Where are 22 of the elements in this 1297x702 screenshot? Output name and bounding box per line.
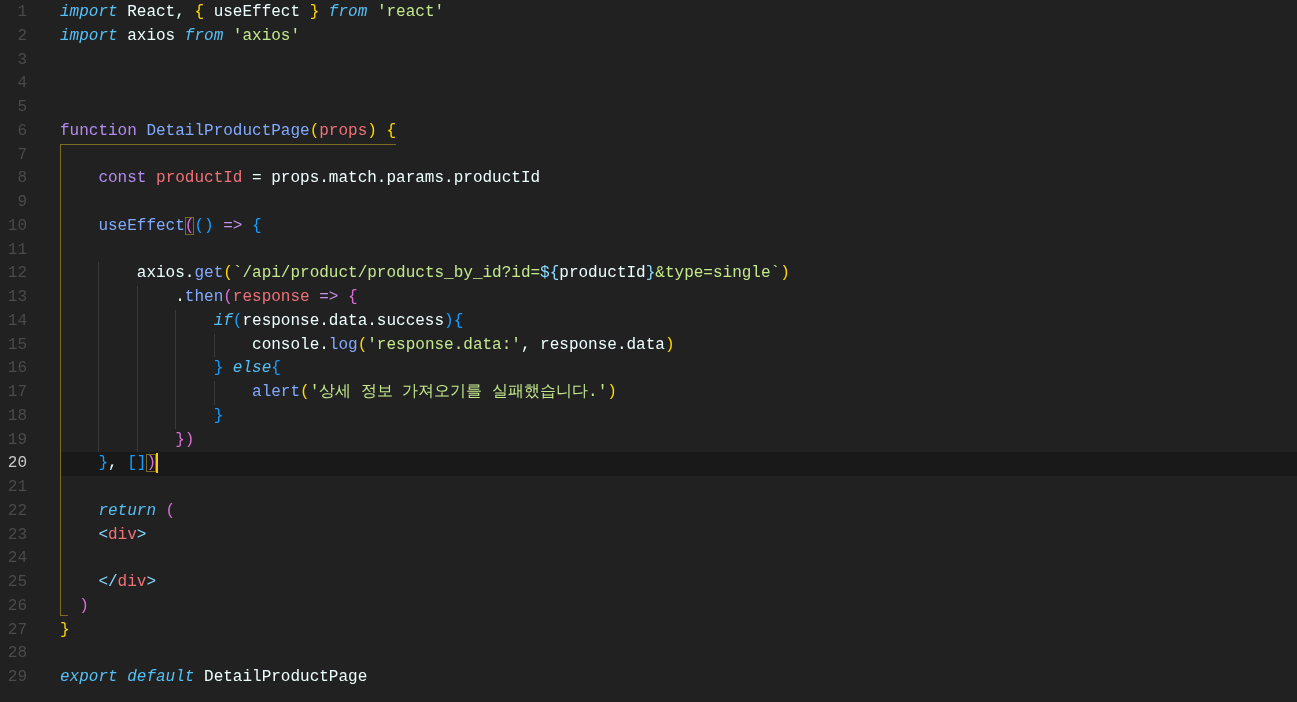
line-number: 20 bbox=[6, 453, 27, 475]
code-line: }) bbox=[174, 430, 195, 449]
code-line: } bbox=[212, 406, 224, 425]
code-line: }, []) bbox=[97, 454, 157, 473]
code-line: ) bbox=[78, 596, 89, 615]
code-line: <div> bbox=[97, 525, 147, 544]
code-line: alert('상세 정보 가져오기를 실패했습니다.') bbox=[251, 383, 617, 401]
code-line: if(response.data.success){ bbox=[212, 311, 464, 330]
code-line: } else{ bbox=[212, 359, 281, 378]
code-line: console.log('response.data:', response.data) bbox=[251, 335, 675, 354]
code-line: axios.get(`/api/product/products_by_id?id=${productId}&type=single`) bbox=[135, 264, 790, 283]
code-line: useEffect(() => { bbox=[97, 216, 262, 235]
code-line: function DetailProductPage(props) { bbox=[60, 121, 397, 140]
code-line: import React, { useEffect } from 'react' bbox=[60, 3, 445, 21]
text-cursor bbox=[156, 453, 159, 473]
code-line: import axios from 'axios' bbox=[60, 26, 301, 45]
code-line: } bbox=[60, 620, 70, 639]
code-line: return ( bbox=[97, 501, 176, 520]
code-line: export default DetailProductPage bbox=[60, 668, 368, 686]
code-line: .then(response => { bbox=[174, 288, 358, 306]
code-line: </div> bbox=[97, 573, 157, 591]
code-line: const productId = props.match.params.productId bbox=[97, 169, 541, 188]
